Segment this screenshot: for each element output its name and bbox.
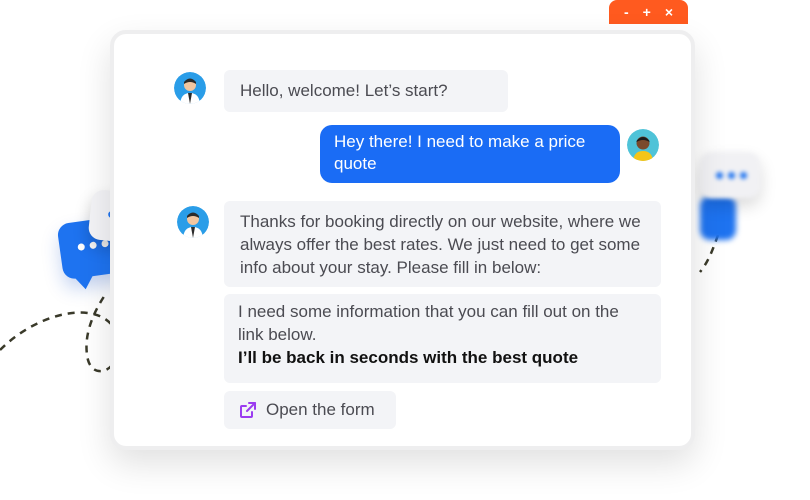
user-message: Hey there! I need to make a price quote — [320, 125, 620, 183]
bot-message: I need some information that you can fil… — [224, 294, 661, 383]
bot-message: Hello, welcome! Let’s start? — [224, 70, 508, 112]
minimize-button[interactable]: - — [624, 5, 629, 19]
user-avatar — [627, 129, 659, 161]
open-form-link[interactable]: Open the form — [224, 391, 396, 429]
open-form-label: Open the form — [266, 400, 375, 419]
maximize-button[interactable]: + — [643, 5, 651, 19]
bot-message-text: I need some information that you can fil… — [238, 302, 619, 344]
chat-bubble-illustration-blurred-blue — [700, 196, 736, 240]
bot-avatar — [174, 72, 206, 104]
bot-avatar — [177, 206, 209, 238]
chat-bubble-illustration-blurred-white — [700, 152, 760, 198]
close-button[interactable]: × — [665, 5, 673, 19]
external-link-icon — [240, 402, 256, 418]
window-controls: - + × — [609, 0, 688, 24]
chat-window: Hello, welcome! Let’s start? Hey there! … — [110, 30, 695, 450]
bot-message-bold-text: I’ll be back in seconds with the best qu… — [238, 348, 579, 367]
bot-message: Thanks for booking directly on our websi… — [224, 201, 661, 287]
